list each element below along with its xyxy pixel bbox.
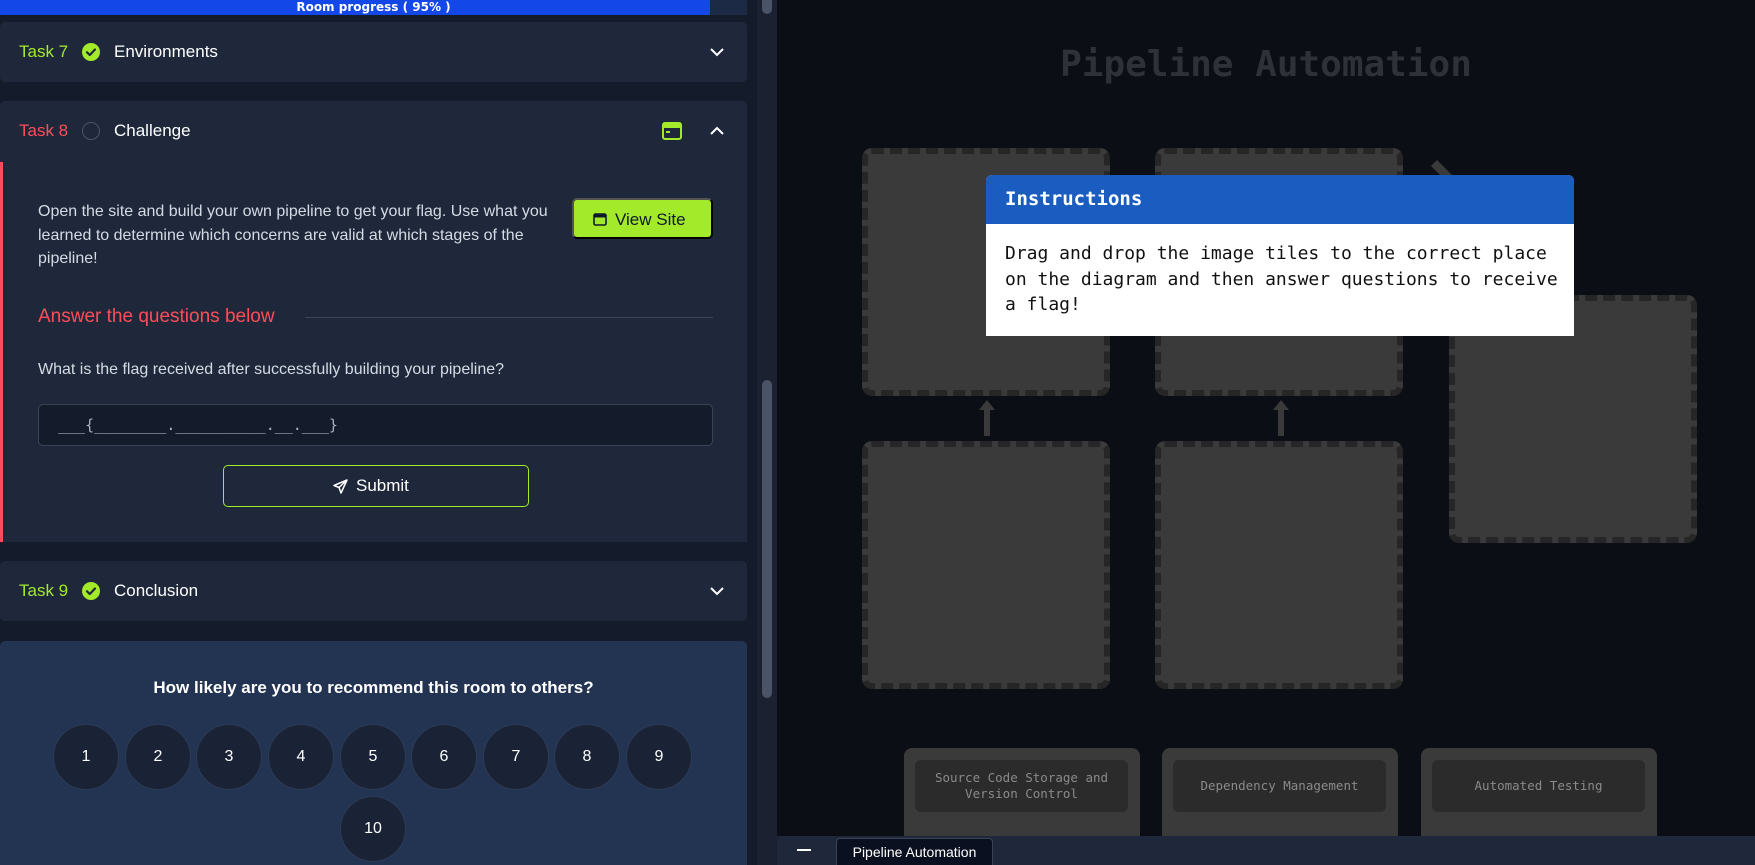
chevron-up-icon[interactable] [709,123,725,139]
room-progress-label: Room progress ( 95% ) [296,0,451,14]
browser-window-icon [593,213,607,226]
scrollbar-cap [762,0,772,14]
rating-option-8[interactable]: 8 [554,724,620,790]
rating-option-3[interactable]: 3 [196,724,262,790]
rating-option-6[interactable]: 6 [411,724,477,790]
task-9-title: Conclusion [114,581,199,600]
instructions-body: Drag and drop the image tiles to the cor… [1005,243,1558,315]
answer-heading-divider [305,317,713,318]
check-circle-icon [82,582,100,600]
task-7-title: Environments [114,42,218,61]
pipeline-title: Pipeline Automation [1060,44,1472,85]
drop-zone[interactable] [862,441,1110,689]
view-site-label: View Site [615,210,686,229]
instructions-modal: Instructions Drag and drop the image til… [986,175,1574,336]
task-8-number: Task 8 [19,121,69,140]
drop-zone[interactable] [1155,441,1403,689]
task-9-number: Task 9 [19,581,69,600]
chevron-down-icon[interactable] [709,44,725,60]
rating-option-4[interactable]: 4 [268,724,334,790]
task-8-header[interactable]: Task 8 Challenge [0,101,747,161]
task-9-header[interactable]: Task 9 Conclusion [0,561,747,621]
task-7-header[interactable]: Task 7 Environments [0,22,747,82]
arrow-up-icon [1273,400,1289,436]
paper-plane-icon [333,479,348,494]
submit-label: Submit [356,476,409,495]
task-8-description: Open the site and build your own pipelin… [38,203,548,267]
rating-option-10[interactable]: 10 [340,796,406,862]
browser-window-icon[interactable] [662,122,682,140]
taskbar: Pipeline Automation [777,836,1755,865]
recommend-question: How likely are you to recommend this roo… [153,678,594,697]
empty-circle-icon [82,122,100,140]
room-progress-bar: Room progress ( 95% ) [0,0,747,15]
check-circle-icon [82,43,100,61]
tile-label: Automated Testing [1432,760,1645,812]
submit-button[interactable]: Submit [223,465,529,507]
instructions-title: Instructions [1005,188,1143,210]
instructions-header: Instructions [986,175,1574,224]
scrollbar-thumb[interactable] [762,380,772,698]
rating-option-5[interactable]: 5 [340,724,406,790]
arrow-up-icon [979,400,995,436]
task-7-number: Task 7 [19,42,69,61]
rating-option-9[interactable]: 9 [626,724,692,790]
rating-option-7[interactable]: 7 [483,724,549,790]
answer-heading: Answer the questions below [38,306,275,327]
tile-label: Source Code Storage and Version Control [915,760,1128,812]
question-text: What is the flag received after successf… [38,361,505,378]
minimize-icon[interactable] [797,849,811,851]
task-8-title: Challenge [114,121,191,140]
flag-answer-input[interactable] [38,404,713,446]
room-panel: Room progress ( 95% ) Task 7 Environment… [0,0,777,865]
site-panel: Pipeline Automation Instructions Drag an… [777,0,1755,865]
rating-option-2[interactable]: 2 [125,724,191,790]
tile-label: Dependency Management [1173,760,1386,812]
chevron-down-icon[interactable] [709,583,725,599]
taskbar-tab-pipeline[interactable]: Pipeline Automation [836,838,993,865]
rating-option-1[interactable]: 1 [53,724,119,790]
view-site-button[interactable]: View Site [572,198,713,239]
